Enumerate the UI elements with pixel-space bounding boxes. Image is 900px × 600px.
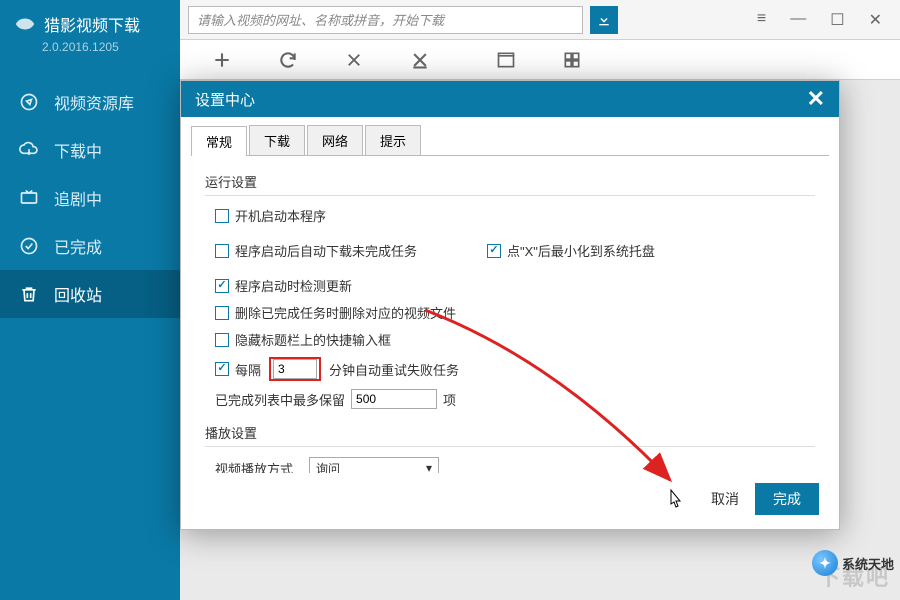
check-circle-icon <box>18 235 40 257</box>
checkbox-check-update[interactable] <box>215 279 229 293</box>
topbar: 请输入视频的网址、名称或拼音，开始下载 ≡ — ☐ ✕ <box>180 0 900 40</box>
sidebar-item-label: 回收站 <box>54 282 102 306</box>
checkbox-hide-input[interactable] <box>215 333 229 347</box>
tab-network[interactable]: 网络 <box>307 125 363 155</box>
done-button[interactable]: 完成 <box>755 483 819 515</box>
section-run-label: 运行设置 <box>205 166 815 196</box>
play-mode-select[interactable]: 询问 ▾ <box>309 457 439 473</box>
tab-body: 运行设置 开机启动本程序 程序启动后自动下载未完成任务 点"X"后最小化到系统托… <box>191 155 829 473</box>
tab-download[interactable]: 下载 <box>249 125 305 155</box>
search-input[interactable]: 请输入视频的网址、名称或拼音，开始下载 <box>188 6 583 34</box>
checkbox-delete-file[interactable] <box>215 306 229 320</box>
sidebar-item-tracking[interactable]: 追剧中 <box>0 174 180 222</box>
toolbar <box>180 40 900 80</box>
nav: 视频资源库 下载中 追剧中 已完成 回收站 <box>0 68 180 318</box>
sidebar-item-label: 视频资源库 <box>54 90 134 114</box>
sidebar-item-label: 已完成 <box>54 234 102 258</box>
cloud-download-icon <box>18 139 40 161</box>
tab-tips[interactable]: 提示 <box>365 125 421 155</box>
tv-icon <box>18 187 40 209</box>
compass-icon <box>18 91 40 113</box>
highlight-box <box>269 357 321 381</box>
search-button[interactable] <box>590 6 618 34</box>
dialog-close-icon[interactable]: ✕ <box>807 86 825 112</box>
sidebar-item-recycle[interactable]: 回收站 <box>0 270 180 318</box>
dialog-tabs: 常规 下载 网络 提示 <box>181 117 839 155</box>
cancel-button[interactable]: 取消 <box>711 489 739 509</box>
sidebar-item-downloading[interactable]: 下载中 <box>0 126 180 174</box>
clear-icon[interactable] <box>408 48 432 72</box>
section-play-label: 播放设置 <box>205 417 815 447</box>
dialog-title: 设置中心 <box>195 89 255 110</box>
brand-version: 2.0.2016.1205 <box>14 36 166 64</box>
trash-icon <box>18 283 40 305</box>
dialog-titlebar: 设置中心 ✕ <box>181 81 839 117</box>
checkbox-retry[interactable] <box>215 362 229 376</box>
checkbox-minimize[interactable] <box>487 244 501 258</box>
sidebar-item-completed[interactable]: 已完成 <box>0 222 180 270</box>
folder-icon[interactable] <box>494 48 518 72</box>
sidebar-item-label: 下载中 <box>54 138 102 162</box>
maximize-icon[interactable]: ☐ <box>830 10 844 30</box>
grid-icon[interactable] <box>560 48 584 72</box>
tab-general[interactable]: 常规 <box>191 126 247 156</box>
sidebar: 猎影视频下载 2.0.2016.1205 视频资源库 下载中 追剧中 已完成 <box>0 0 180 600</box>
minimize-icon[interactable]: — <box>790 10 806 30</box>
brand: 猎影视频下载 2.0.2016.1205 <box>0 0 180 68</box>
sidebar-item-library[interactable]: 视频资源库 <box>0 78 180 126</box>
checkbox-startup[interactable] <box>215 209 229 223</box>
sidebar-item-label: 追剧中 <box>54 186 102 210</box>
menu-icon[interactable]: ≡ <box>757 10 766 30</box>
add-icon[interactable] <box>210 48 234 72</box>
checkbox-resume[interactable] <box>215 244 229 258</box>
max-keep-input[interactable] <box>351 389 437 409</box>
brand-title: 猎影视频下载 <box>44 12 140 36</box>
delete-icon[interactable] <box>342 48 366 72</box>
chevron-down-icon: ▾ <box>426 461 432 473</box>
settings-dialog: 设置中心 ✕ 常规 下载 网络 提示 运行设置 开机启动本程序 程序启动后自动下… <box>180 80 840 530</box>
globe-icon: ✦ <box>812 550 838 576</box>
site-badge: ✦ 系统天地 <box>812 550 894 576</box>
retry-interval-input[interactable] <box>273 359 317 379</box>
refresh-icon[interactable] <box>276 48 300 72</box>
close-icon[interactable]: ✕ <box>869 10 882 30</box>
brand-logo-icon <box>14 13 36 35</box>
